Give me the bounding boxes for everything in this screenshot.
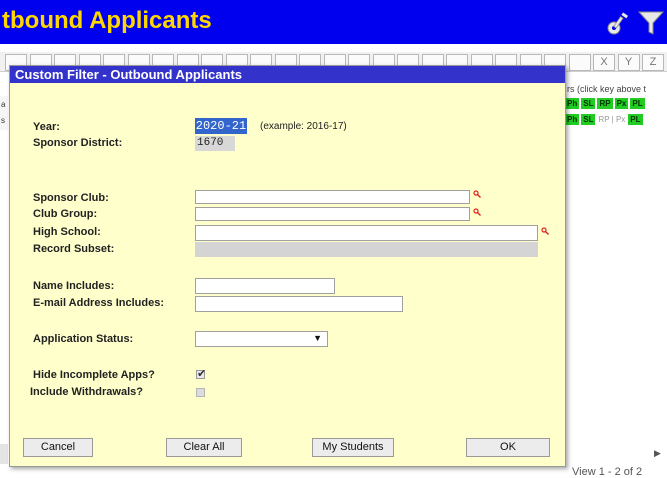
tag-ph[interactable]: Ph [565, 98, 580, 109]
left-scroll-stub [0, 444, 8, 464]
record-subset-field [195, 242, 538, 257]
view-count: View 1 - 2 of 2 [572, 466, 643, 478]
clear-all-button[interactable]: Clear All [166, 438, 242, 457]
filter-icon[interactable] [636, 8, 666, 38]
record-subset-label: Record Subset: [33, 243, 115, 255]
tag-rp[interactable]: RP [597, 98, 613, 109]
scroll-right-arrow-icon[interactable]: ▶ [654, 448, 661, 459]
tag-sl[interactable]: SL [581, 98, 596, 109]
alpha-filter-cell[interactable]: X [593, 54, 615, 71]
sponsor-district-value: 1670 [195, 136, 235, 151]
include-withdrawals-label: Include Withdrawals? [30, 386, 143, 398]
checkmark-icon: ✔ [197, 368, 207, 380]
sponsor-club-input[interactable] [195, 190, 470, 204]
tag-pl[interactable]: PL [628, 114, 643, 125]
alpha-filter-cell[interactable]: Z [642, 54, 664, 71]
dialog-title[interactable]: Custom Filter - Outbound Applicants [10, 66, 565, 83]
column-hint-text: rs (click key above t [567, 84, 647, 94]
custom-filter-dialog: Custom Filter - Outbound Applicants Year… [9, 65, 566, 467]
name-includes-label: Name Includes: [33, 280, 115, 292]
hide-incomplete-checkbox[interactable]: ✔ [196, 368, 207, 380]
high-school-search-icon[interactable] [541, 227, 549, 235]
left-row-2-text: s [1, 116, 5, 125]
grid-left-edge: a s [0, 96, 8, 130]
alpha-filter-cell[interactable]: Y [617, 54, 640, 71]
include-withdrawals-checkbox[interactable] [196, 388, 205, 397]
tag-inactive[interactable]: RP | Px [597, 114, 626, 125]
email-includes-input[interactable] [195, 296, 403, 312]
left-row-1-text: a [1, 100, 6, 109]
year-input[interactable]: 2020-21 [195, 118, 247, 134]
high-school-input[interactable] [195, 225, 538, 241]
ok-button[interactable]: OK [466, 438, 550, 457]
application-status-select[interactable]: ▼ [195, 331, 328, 347]
club-group-input[interactable] [195, 207, 470, 221]
key-icon[interactable] [603, 8, 633, 38]
application-status-label: Application Status: [33, 333, 134, 345]
my-students-button[interactable]: My Students [312, 438, 394, 457]
alpha-filter-cell[interactable] [568, 54, 591, 71]
chevron-down-icon: ▼ [313, 333, 322, 343]
background-grid [563, 78, 667, 477]
tag-pl[interactable]: PL [630, 98, 645, 109]
app-title: tbound Applicants [2, 7, 212, 34]
sponsor-club-label: Sponsor Club: [33, 192, 109, 204]
sponsor-club-search-icon[interactable] [473, 190, 481, 198]
club-group-search-icon[interactable] [473, 208, 481, 216]
grid-row-2-tags: Ph SL RP | Px PL [565, 114, 645, 125]
year-example-text: (example: 2016-17) [260, 121, 347, 132]
name-includes-input[interactable] [195, 278, 335, 294]
cancel-button[interactable]: Cancel [23, 438, 93, 457]
tag-sl[interactable]: SL [581, 114, 596, 125]
year-label: Year: [33, 121, 60, 133]
app-header: tbound Applicants [0, 0, 667, 44]
tag-ph[interactable]: Ph [565, 114, 580, 125]
hide-incomplete-label: Hide Incomplete Apps? [33, 369, 155, 381]
grid-row-1-tags: Ph SL RP Px PL [565, 98, 647, 109]
high-school-label: High School: [33, 226, 101, 238]
email-includes-label: E-mail Address Includes: [33, 297, 165, 309]
tag-px[interactable]: Px [614, 98, 629, 109]
club-group-label: Club Group: [33, 208, 98, 220]
sponsor-district-label: Sponsor District: [33, 137, 123, 149]
